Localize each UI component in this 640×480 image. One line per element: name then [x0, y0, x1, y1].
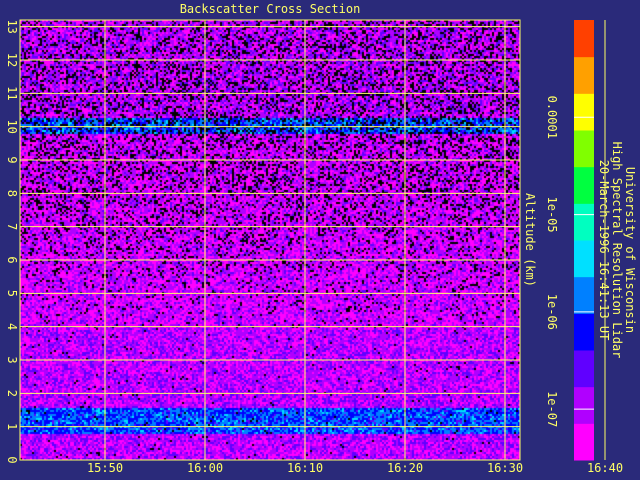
- caption-line: University of Wisconsin: [623, 167, 637, 333]
- x-tick-label: 15:50: [87, 461, 123, 475]
- caption-text: University of WisconsinHigh Spectral Res…: [597, 142, 637, 359]
- y-tick-label: 3: [5, 356, 19, 363]
- colorbar-tick-labels: 0.0001 1e-05 1e-06 1e-07: [545, 96, 559, 428]
- y-tick-label: 12: [5, 53, 19, 67]
- colorbar-tick-label: 1e-07: [545, 391, 559, 427]
- x-tick-label: 16:20: [387, 461, 423, 475]
- colorbar: [574, 20, 594, 461]
- colorbar-segment: [574, 130, 594, 168]
- caption-line: 20-March-1996 16:41:13 UT: [597, 160, 611, 341]
- colorbar-segment: [574, 203, 594, 241]
- heatmap: [20, 20, 520, 460]
- colorbar-segment: [574, 20, 594, 58]
- backscatter-chart: Backscatter Cross Section 15:50 16:00 16:1…: [5, 2, 637, 475]
- colorbar-segment: [574, 423, 594, 461]
- y-tick-label: 7: [5, 223, 19, 230]
- x-tick-label: 16:00: [187, 461, 223, 475]
- y-tick-label: 2: [5, 390, 19, 397]
- colorbar-segment: [574, 240, 594, 278]
- y-tick-label: 1: [5, 423, 19, 430]
- colorbar-tick-label: 1e-05: [545, 197, 559, 233]
- y-tick-label: 10: [5, 119, 19, 133]
- y-tick-label: 6: [5, 256, 19, 263]
- y-tick-label: 0: [5, 456, 19, 463]
- x-tick-label: 16:40: [587, 461, 623, 475]
- heatmap-image: [20, 20, 520, 460]
- colorbar-segment: [574, 350, 594, 388]
- y-tick-label: 4: [5, 323, 19, 330]
- y-tick-label: 8: [5, 190, 19, 197]
- colorbar-segment: [574, 313, 594, 351]
- x-tick-labels: 15:50 16:00 16:10 16:20 16:30 16:40: [87, 461, 623, 475]
- y-axis-label: Altitude (km): [523, 193, 537, 287]
- x-tick-label: 16:30: [487, 461, 523, 475]
- caption-line: High Spectral Resolution Lidar: [610, 142, 624, 359]
- y-tick-label: 9: [5, 156, 19, 163]
- colorbar-segment: [574, 386, 594, 424]
- colorbar-segment: [574, 93, 594, 131]
- colorbar-segment: [574, 166, 594, 204]
- y-tick-label: 5: [5, 290, 19, 297]
- colorbar-segment: [574, 56, 594, 94]
- y-tick-labels: 012345678910111213: [5, 19, 19, 463]
- colorbar-tick-label: 0.0001: [545, 96, 559, 139]
- y-tick-label: 11: [5, 86, 19, 100]
- chart-title: Backscatter Cross Section: [180, 2, 361, 16]
- colorbar-tick-label: 1e-06: [545, 294, 559, 330]
- x-tick-label: 16:10: [287, 461, 323, 475]
- y-tick-label: 13: [5, 19, 19, 33]
- colorbar-segment: [574, 276, 594, 314]
